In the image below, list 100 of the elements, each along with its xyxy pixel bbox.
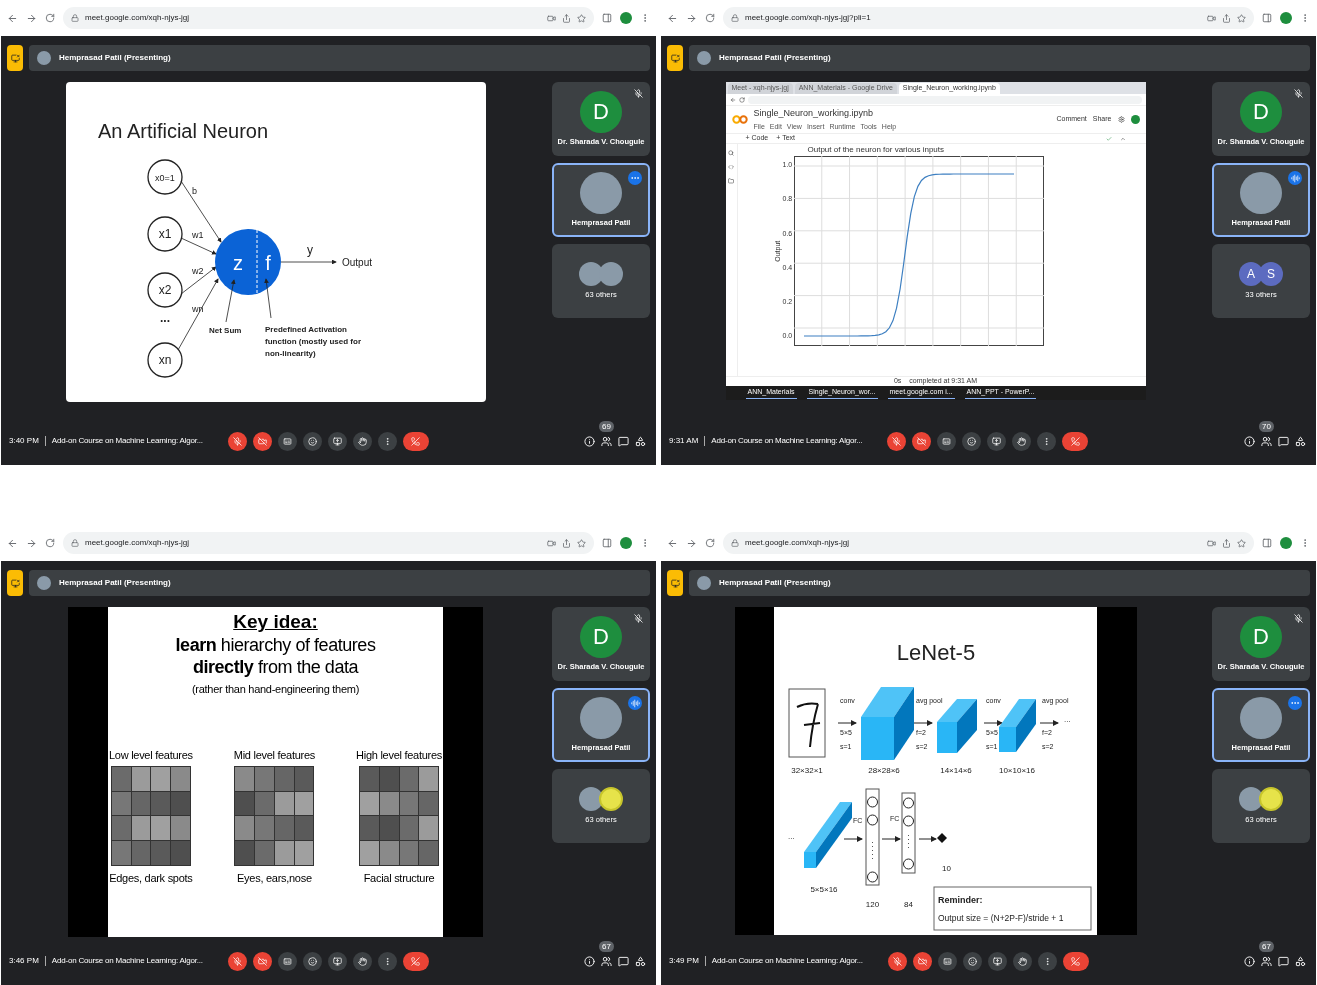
chat-icon[interactable] — [618, 435, 629, 447]
people-icon[interactable] — [1261, 435, 1272, 447]
activities-icon[interactable] — [635, 435, 646, 447]
profile-avatar[interactable] — [620, 537, 632, 549]
camera-button[interactable] — [252, 431, 272, 451]
star-icon[interactable] — [1237, 538, 1246, 548]
back-icon[interactable] — [7, 537, 18, 549]
forward-icon[interactable] — [686, 537, 697, 549]
present-button[interactable] — [987, 951, 1007, 971]
back-icon[interactable] — [729, 96, 736, 103]
leave-call-button[interactable] — [1062, 951, 1089, 971]
microphone-button[interactable] — [227, 431, 247, 451]
profile-avatar[interactable] — [1280, 12, 1292, 24]
info-icon[interactable] — [584, 435, 595, 447]
captions-button[interactable] — [937, 951, 957, 971]
side-panel-icon[interactable] — [602, 13, 612, 23]
info-icon[interactable] — [584, 955, 595, 967]
profile-avatar[interactable] — [620, 12, 632, 24]
camera-icon[interactable] — [1207, 538, 1216, 548]
chat-icon[interactable] — [618, 955, 629, 967]
captions-button[interactable] — [277, 431, 297, 451]
leave-call-button[interactable] — [1062, 431, 1089, 451]
microphone-button[interactable] — [227, 951, 247, 971]
forward-icon[interactable] — [26, 537, 37, 549]
reload-icon[interactable] — [705, 13, 715, 23]
share-icon[interactable] — [1222, 538, 1231, 548]
raise-hand-button[interactable] — [1012, 951, 1032, 971]
back-icon[interactable] — [667, 12, 678, 24]
activities-icon[interactable] — [1295, 955, 1306, 967]
activities-icon[interactable] — [1295, 435, 1306, 447]
info-icon[interactable] — [1244, 435, 1255, 447]
account-avatar[interactable] — [1130, 115, 1140, 124]
people-icon[interactable] — [1261, 955, 1272, 967]
present-button[interactable] — [327, 431, 347, 451]
address-bar[interactable]: meet.google.com/xqh-njys-jgj — [63, 532, 594, 554]
camera-icon[interactable] — [547, 538, 556, 548]
search-icon[interactable] — [728, 150, 734, 156]
microphone-button[interactable] — [887, 951, 907, 971]
logo-avatar — [599, 786, 623, 811]
info-icon[interactable] — [1244, 955, 1255, 967]
camera-icon[interactable] — [547, 13, 556, 23]
microphone-button[interactable] — [887, 431, 907, 451]
reactions-button[interactable] — [962, 431, 982, 451]
present-button[interactable] — [987, 431, 1007, 451]
address-bar[interactable]: meet.google.com/xqh-njys-jgj — [723, 532, 1254, 554]
layer-size: 84 — [904, 900, 913, 909]
reload-icon[interactable] — [738, 96, 745, 103]
reload-icon[interactable] — [45, 13, 55, 23]
profile-avatar[interactable] — [1280, 537, 1292, 549]
check-icon[interactable] — [1105, 135, 1112, 142]
chat-icon[interactable] — [1278, 955, 1289, 967]
people-icon[interactable] — [601, 955, 612, 967]
captions-button[interactable] — [937, 431, 957, 451]
star-icon[interactable] — [577, 13, 586, 23]
notebook-title[interactable]: Single_Neuron_working.ipynb — [753, 106, 897, 120]
reactions-button[interactable] — [962, 951, 982, 971]
leave-call-button[interactable] — [402, 951, 429, 971]
meeting-time: 3:46 PM — [9, 955, 39, 967]
letter-avatar: S — [1259, 261, 1283, 286]
address-field[interactable] — [747, 95, 1142, 104]
side-panel-icon[interactable] — [1262, 13, 1272, 23]
star-icon[interactable] — [1237, 13, 1246, 23]
forward-icon[interactable] — [26, 12, 37, 24]
captions-button[interactable] — [277, 951, 297, 971]
share-icon[interactable] — [562, 13, 571, 23]
presenter-name: Hemprasad Patil (Presenting) — [59, 577, 171, 589]
present-button[interactable] — [327, 951, 347, 971]
activities-icon[interactable] — [635, 955, 646, 967]
forward-icon[interactable] — [686, 12, 697, 24]
settings-icon[interactable] — [1117, 116, 1125, 123]
camera-button[interactable] — [912, 951, 932, 971]
camera-button[interactable] — [252, 951, 272, 971]
raise-hand-button[interactable] — [1012, 431, 1032, 451]
microphone-icon — [232, 956, 242, 966]
share-icon[interactable] — [1222, 13, 1231, 23]
side-panel-icon[interactable] — [1262, 538, 1272, 548]
folder-icon[interactable] — [728, 178, 734, 184]
more-options-button[interactable] — [628, 171, 642, 185]
reload-icon[interactable] — [45, 538, 55, 548]
camera-icon[interactable] — [1207, 13, 1216, 23]
address-bar[interactable]: meet.google.com/xqh-njys-jgj?pli=1 — [723, 7, 1254, 29]
arrow — [918, 836, 937, 842]
leave-call-button[interactable] — [402, 431, 429, 451]
raise-hand-button[interactable] — [352, 431, 372, 451]
star-icon[interactable] — [577, 538, 586, 548]
reactions-button[interactable] — [302, 951, 322, 971]
more-options-button[interactable] — [1288, 696, 1302, 710]
address-bar[interactable]: meet.google.com/xqh-njys-jgj — [63, 7, 594, 29]
raise-hand-button[interactable] — [352, 951, 372, 971]
back-icon[interactable] — [7, 12, 18, 24]
camera-button[interactable] — [912, 431, 932, 451]
people-icon[interactable] — [601, 435, 612, 447]
side-panel-icon[interactable] — [602, 538, 612, 548]
reload-icon[interactable] — [705, 538, 715, 548]
presenter-name: Hemprasad Patil (Presenting) — [59, 52, 171, 64]
chat-icon[interactable] — [1278, 435, 1289, 447]
back-icon[interactable] — [667, 537, 678, 549]
reactions-button[interactable] — [302, 431, 322, 451]
share-icon[interactable] — [562, 538, 571, 548]
meeting-title: Add-on Course on Machine Learning: Algor... — [51, 955, 204, 967]
